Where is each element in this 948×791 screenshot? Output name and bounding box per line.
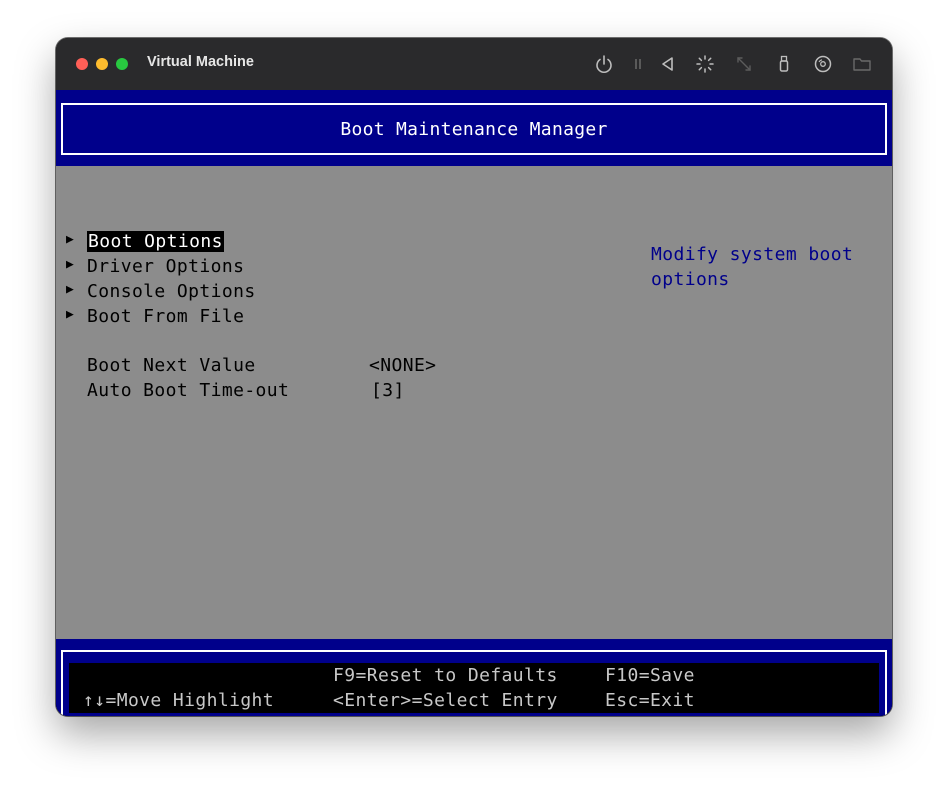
- submenu-arrow-icon: ▶: [66, 257, 75, 272]
- menu-item-label: Driver Options: [87, 256, 245, 277]
- uefi-setup-screen: Boot Maintenance Manager ▶ Boot Options …: [56, 90, 892, 716]
- menu-item-label: Console Options: [87, 281, 256, 302]
- power-icon[interactable]: [593, 53, 615, 75]
- window-title: Virtual Machine: [147, 54, 254, 70]
- pause-icon[interactable]: [627, 53, 649, 75]
- submenu-arrow-icon: ▶: [66, 282, 75, 297]
- boot-next-value-field[interactable]: <NONE>: [369, 355, 436, 376]
- resize-icon[interactable]: [733, 53, 755, 75]
- boot-next-value-label: Boot Next Value: [87, 355, 256, 376]
- submenu-arrow-icon: ▶: [66, 307, 75, 322]
- back-icon[interactable]: [657, 53, 679, 75]
- header-frame: Boot Maintenance Manager: [61, 103, 887, 155]
- usb-icon[interactable]: [773, 53, 795, 75]
- help-text: Modify system boot options: [651, 242, 861, 292]
- help-text-line: options: [651, 269, 730, 290]
- bios-footer: F9=Reset to Defaults F10=Save ↑↓=Move Hi…: [56, 639, 892, 716]
- save-hint: F10=Save: [605, 665, 695, 686]
- submenu-arrow-icon: ▶: [66, 232, 75, 247]
- exit-hint: Esc=Exit: [605, 690, 695, 711]
- key-help-panel: F9=Reset to Defaults F10=Save ↑↓=Move Hi…: [69, 663, 879, 713]
- disc-icon[interactable]: [812, 53, 834, 75]
- auto-boot-timeout-field[interactable]: [3]: [371, 380, 405, 401]
- bios-header: Boot Maintenance Manager: [56, 90, 892, 166]
- minimize-window-button[interactable]: [96, 58, 108, 70]
- select-entry-hint: <Enter>=Select Entry: [333, 690, 558, 711]
- zoom-window-button[interactable]: [116, 58, 128, 70]
- reset-defaults-hint: F9=Reset to Defaults: [333, 665, 558, 686]
- vm-window: Virtual Machine Boot Maintenance Manager…: [56, 38, 892, 716]
- page-title: Boot Maintenance Manager: [340, 119, 608, 140]
- footer-frame: F9=Reset to Defaults F10=Save ↑↓=Move Hi…: [61, 650, 887, 716]
- help-text-line: Modify system boot: [651, 244, 854, 265]
- title-bar: Virtual Machine: [56, 38, 892, 90]
- close-window-button[interactable]: [76, 58, 88, 70]
- menu-item-label: Boot From File: [87, 306, 245, 327]
- vm-screen[interactable]: Boot Maintenance Manager ▶ Boot Options …: [56, 90, 892, 716]
- move-highlight-hint: ↑↓=Move Highlight: [83, 690, 275, 711]
- brightness-icon[interactable]: [694, 53, 716, 75]
- folder-icon[interactable]: [851, 53, 873, 75]
- auto-boot-timeout-label: Auto Boot Time-out: [87, 380, 290, 401]
- menu-item-label: Boot Options: [87, 231, 224, 252]
